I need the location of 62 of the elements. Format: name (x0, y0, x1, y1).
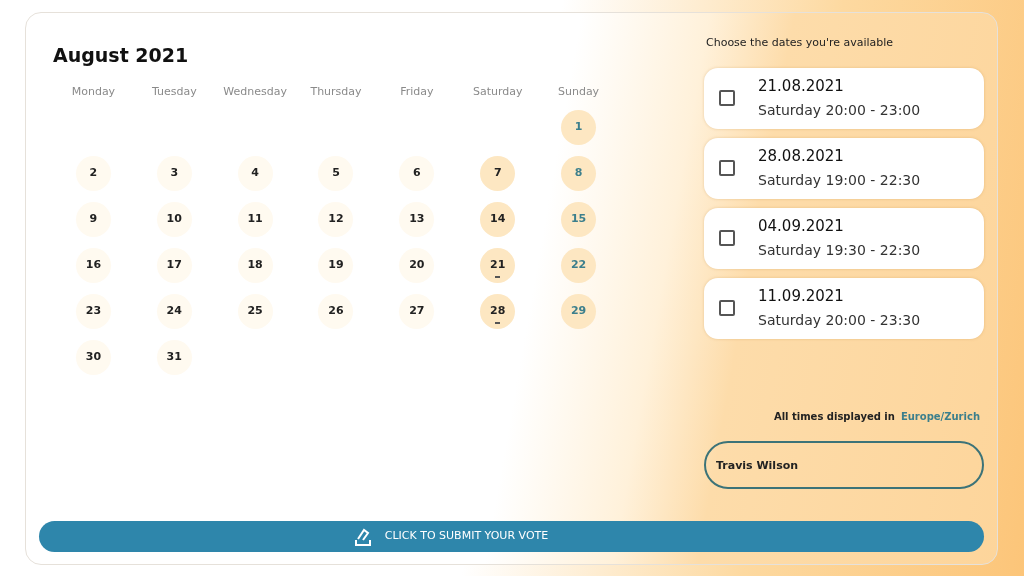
calendar-day[interactable]: 1 (561, 110, 597, 145)
calendar-day[interactable]: 24 (156, 294, 192, 329)
checkbox[interactable] (719, 300, 735, 316)
calendar-day[interactable]: 6 (399, 156, 435, 191)
date-option[interactable]: 04.09.2021 Saturday 19:30 - 22:30 (704, 207, 984, 269)
option-time: Saturday 20:00 - 23:30 (758, 311, 921, 330)
calendar-day[interactable]: 23 (75, 294, 111, 329)
calendar-day[interactable]: 8 (561, 156, 597, 191)
calendar-day[interactable]: 14 (480, 202, 516, 237)
calendar-day[interactable]: 25 (237, 294, 273, 329)
calendar-day[interactable]: 18 (237, 248, 273, 283)
option-time: Saturday 19:30 - 22:30 (758, 241, 921, 260)
calendar-day[interactable]: 7 (480, 156, 516, 191)
date-option[interactable]: 28.08.2021 Saturday 19:00 - 22:30 (704, 137, 984, 199)
calendar-day[interactable]: 29 (561, 294, 597, 329)
availability-heading: Choose the dates you're available (706, 35, 895, 51)
event-marker (495, 322, 501, 324)
checkbox[interactable] (719, 90, 735, 106)
calendar-day[interactable]: 9 (75, 202, 111, 237)
calendar-day[interactable]: 30 (75, 340, 111, 375)
option-date: 21.08.2021 (758, 76, 845, 97)
event-marker (495, 276, 501, 278)
option-time: Saturday 19:00 - 22:30 (758, 171, 921, 190)
weekday-label: Wednesday (223, 83, 287, 100)
calendar-day[interactable]: 20 (399, 248, 435, 283)
checkbox[interactable] (719, 160, 735, 176)
calendar-day[interactable]: 2 (75, 156, 111, 191)
calendar-day[interactable]: 28 (480, 294, 516, 329)
checkbox[interactable] (719, 230, 735, 246)
calendar-day[interactable]: 5 (318, 156, 354, 191)
weekday-label: Sunday (557, 83, 600, 100)
date-option[interactable]: 11.09.2021 Saturday 20:00 - 23:30 (704, 277, 984, 339)
calendar-day[interactable]: 19 (318, 248, 354, 283)
weekday-label: Thursday (310, 83, 362, 100)
calendar-day[interactable]: 3 (156, 156, 192, 191)
month-title: August 2021 (53, 43, 190, 68)
calendar-day[interactable]: 13 (399, 202, 435, 237)
option-date: 11.09.2021 (758, 286, 845, 307)
calendar-day[interactable]: 22 (561, 248, 597, 283)
calendar-day[interactable]: 15 (561, 202, 597, 237)
calendar-day[interactable]: 27 (399, 294, 435, 329)
calendar-day[interactable]: 12 (318, 202, 354, 237)
weekday-label: Monday (71, 83, 116, 100)
calendar-day[interactable]: 17 (156, 248, 192, 283)
calendar-day[interactable]: 31 (156, 340, 192, 375)
submit-button[interactable]: CLICK TO SUBMIT YOUR VOTE (39, 521, 984, 552)
calendar-day[interactable]: 4 (237, 156, 273, 191)
timezone-label: All times displayed in (773, 410, 895, 424)
ballot-icon (354, 527, 371, 546)
weekday-label: Tuesday (151, 83, 197, 100)
calendar-day[interactable]: 21 (480, 248, 516, 283)
calendar-day[interactable]: 10 (156, 202, 192, 237)
weekday-label: Saturday (472, 83, 523, 100)
name-field[interactable]: Travis Wilson (704, 441, 984, 489)
calendar-day[interactable]: 26 (318, 294, 354, 329)
weekday-label: Friday (400, 83, 434, 100)
option-time: Saturday 20:00 - 23:00 (758, 101, 921, 120)
calendar-day[interactable]: 16 (75, 248, 111, 283)
option-date: 04.09.2021 (758, 216, 845, 237)
option-date: 28.08.2021 (758, 146, 845, 167)
calendar-day[interactable]: 11 (237, 202, 273, 237)
date-option[interactable]: 21.08.2021 Saturday 20:00 - 23:00 (704, 67, 984, 129)
